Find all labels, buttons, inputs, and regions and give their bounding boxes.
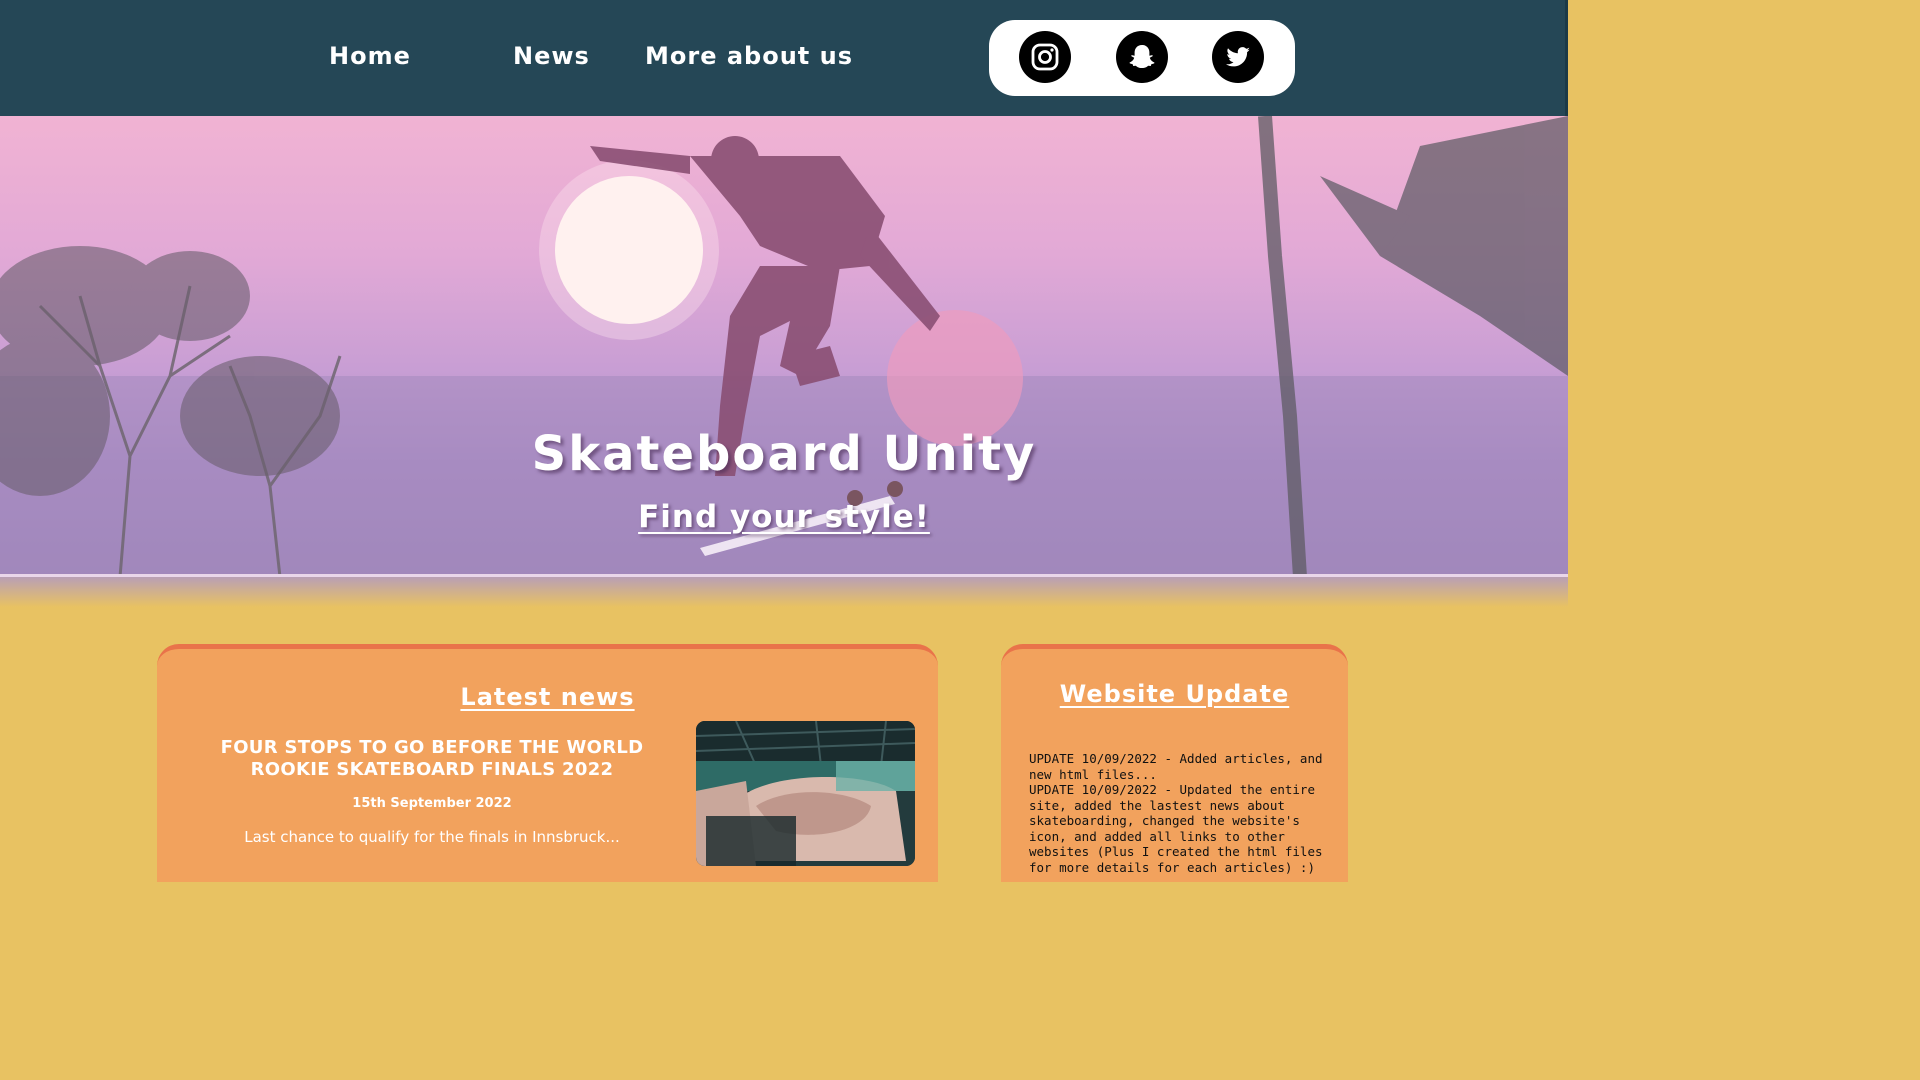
scrollbar-edge	[1565, 0, 1568, 116]
hero-shadow	[0, 577, 1568, 607]
nav-home-link[interactable]: Home	[329, 42, 411, 70]
article-thumbnail[interactable]	[696, 721, 915, 866]
twitter-icon[interactable]	[1212, 31, 1264, 83]
update-log-text: UPDATE 10/09/2022 - Added articles, and …	[1029, 751, 1323, 875]
hero-title: Skateboard Unity	[531, 426, 1037, 482]
latest-news-card: Latest news FOUR STOPS TO GO BEFORE THE …	[157, 644, 938, 882]
website-update-card: Website Update UPDATE 10/09/2022 - Added…	[1001, 644, 1348, 882]
social-links	[989, 20, 1295, 96]
snapchat-icon[interactable]	[1116, 31, 1168, 83]
article-date: 15th September 2022	[352, 796, 512, 811]
latest-news-heading[interactable]: Latest news	[460, 683, 634, 711]
hero-subtitle-link[interactable]: Find your style!	[638, 499, 930, 535]
top-nav: Home News More about us	[0, 0, 1568, 116]
article-excerpt: Last chance to qualify for the finals in…	[244, 828, 620, 846]
article-title[interactable]: FOUR STOPS TO GO BEFORE THE WORLD ROOKIE…	[212, 737, 652, 781]
instagram-icon[interactable]	[1019, 31, 1071, 83]
nav-news-link[interactable]: News	[513, 42, 590, 70]
nav-about-link[interactable]: More about us	[645, 42, 853, 70]
website-update-heading[interactable]: Website Update	[1060, 680, 1289, 708]
hero-banner: Skateboard Unity Find your style!	[0, 116, 1568, 577]
